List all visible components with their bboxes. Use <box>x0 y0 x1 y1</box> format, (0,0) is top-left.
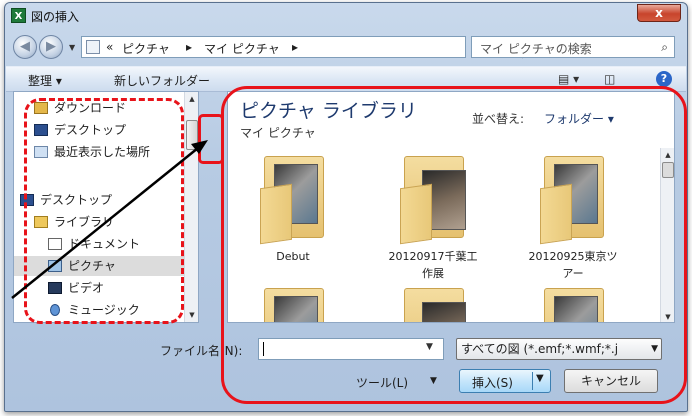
nav-item-label: デスクトップ <box>40 193 113 207</box>
chevron-down-icon[interactable]: ▼ <box>430 376 437 386</box>
folder-item[interactable]: 20120925東京ツ アー <box>518 156 628 281</box>
folder-location-icon <box>86 40 100 54</box>
forward-button[interactable]: ▶ <box>39 35 63 59</box>
navigation-pane: ダウンロード デスクトップ 最近表示した場所 デスクトップ ライブラリ ドキュメ… <box>13 91 199 323</box>
scroll-up-icon[interactable]: ▲ <box>661 148 674 162</box>
file-list-pane: ピクチャ ライブラリ マイ ピクチャ 並べ替え: フォルダー ▾ Debut 2… <box>227 91 675 323</box>
folder-item[interactable] <box>238 288 348 322</box>
back-arrow-icon: ◀ <box>20 39 30 54</box>
sort-by-dropdown[interactable]: フォルダー ▾ <box>544 110 614 127</box>
folder-cover <box>540 183 572 245</box>
folder-item[interactable]: Debut <box>238 156 348 281</box>
insert-options-dropdown[interactable]: ▼ <box>536 373 544 384</box>
title-bar: X 図の挿入 x <box>5 3 687 29</box>
filetype-value: すべての図 (*.emf;*.wmf;*.j <box>461 342 619 356</box>
folder-item[interactable] <box>378 288 488 322</box>
folder-cover <box>400 183 432 245</box>
nav-item-label: ドキュメント <box>68 237 141 251</box>
close-button[interactable]: x <box>637 4 681 22</box>
scroll-down-icon[interactable]: ▼ <box>185 308 198 322</box>
library-icon <box>34 216 48 228</box>
cancel-button[interactable]: キャンセル <box>564 369 658 393</box>
folder-item[interactable]: 20120917千葉工 作展 <box>378 156 488 281</box>
download-folder-icon <box>34 102 48 114</box>
document-icon <box>48 238 62 250</box>
nav-item-recent-places[interactable]: 最近表示した場所 <box>14 142 186 162</box>
filename-label: ファイル名(N): <box>160 344 243 358</box>
folder-thumbnail <box>554 296 598 322</box>
nav-item-pictures[interactable]: ピクチャ <box>14 256 186 276</box>
organize-menu[interactable]: 整理 ▾ <box>28 72 62 89</box>
search-icon[interactable]: ⌕ <box>661 40 668 55</box>
nav-item-downloads[interactable]: ダウンロード <box>14 98 186 118</box>
view-options-icon[interactable]: ▤ ▾ <box>558 72 579 86</box>
scroll-up-icon[interactable]: ▲ <box>185 92 198 106</box>
address-row: ◀ ▶ ▼ « ピクチャ ▸ マイ ピクチャ ▸ ▼ ↻ マイ ピクチャの検索 … <box>5 33 687 61</box>
folder-item[interactable] <box>518 288 628 322</box>
folder-name: 20120917千葉工 作展 <box>388 250 478 280</box>
desktop-icon <box>34 124 48 136</box>
nav-item-videos[interactable]: ビデオ <box>14 278 186 298</box>
forward-arrow-icon: ▶ <box>46 39 56 54</box>
content-scrollbar[interactable]: ▲ ▼ <box>660 148 674 322</box>
breadcrumb-pictures[interactable]: ピクチャ <box>122 40 170 57</box>
search-placeholder: マイ ピクチャの検索 <box>480 42 592 56</box>
music-icon <box>50 304 60 316</box>
folder-name: Debut <box>276 250 310 263</box>
nav-item-label: ダウンロード <box>54 101 127 115</box>
desktop-icon <box>20 194 34 206</box>
address-bar[interactable]: « ピクチャ ▸ マイ ピクチャ ▸ ▼ ↻ <box>81 36 538 59</box>
scroll-down-icon[interactable]: ▼ <box>661 310 674 322</box>
command-toolbar: 整理 ▾ 新しいフォルダー ▤ ▾ ◫ ? <box>6 66 686 92</box>
nav-item-label: ビデオ <box>68 281 105 295</box>
nav-item-label: ライブラリ <box>54 215 115 229</box>
recent-places-icon <box>34 146 48 158</box>
picture-icon <box>48 260 62 272</box>
library-subtitle: マイ ピクチャ <box>240 126 316 140</box>
breadcrumb-separator[interactable]: ▸ <box>186 40 192 54</box>
folder-thumbnail <box>422 302 466 322</box>
help-icon[interactable]: ? <box>656 71 672 87</box>
nav-item-desktop-root[interactable]: デスクトップ <box>14 190 186 210</box>
content-scrollbar-thumb[interactable] <box>662 162 674 178</box>
nav-item-documents[interactable]: ドキュメント <box>14 234 186 254</box>
nav-item-music[interactable]: ミュージック <box>14 300 186 320</box>
nav-item-label: ピクチャ <box>68 259 116 273</box>
nav-item-libraries[interactable]: ライブラリ <box>14 212 186 232</box>
new-folder-button[interactable]: 新しいフォルダー <box>114 72 210 89</box>
nav-item-label: デスクトップ <box>54 123 127 137</box>
sort-by-label: 並べ替え: <box>472 112 525 126</box>
tools-menu-button[interactable]: ツール(L) <box>356 374 408 391</box>
text-caret <box>263 342 264 356</box>
nav-item-desktop[interactable]: デスクトップ <box>14 120 186 140</box>
folder-thumbnail <box>274 296 318 322</box>
excel-app-icon: X <box>11 8 26 23</box>
preview-pane-icon[interactable]: ◫ <box>604 72 615 86</box>
search-input[interactable]: マイ ピクチャの検索 ⌕ <box>471 36 675 58</box>
chevron-down-icon: ▼ <box>651 344 658 354</box>
split-divider <box>532 372 533 390</box>
insert-button[interactable]: 挿入(S) ▼ <box>459 369 551 393</box>
breadcrumb-prefix[interactable]: « <box>106 40 113 54</box>
library-title: ピクチャ ライブラリ <box>240 100 417 122</box>
nav-item-label: 最近表示した場所 <box>54 145 151 159</box>
window-title: 図の挿入 <box>31 10 80 24</box>
filename-history-dropdown[interactable]: ▼ <box>426 342 433 352</box>
nav-scrollbar[interactable]: ▲ ▼ <box>184 92 198 322</box>
recent-pages-dropdown[interactable]: ▼ <box>69 43 75 52</box>
insert-label: 挿入(S) <box>472 376 513 390</box>
folder-cover <box>260 183 292 245</box>
filename-input[interactable] <box>258 338 444 360</box>
filetype-select[interactable]: すべての図 (*.emf;*.wmf;*.j ▼ <box>456 338 662 360</box>
breadcrumb-my-pictures[interactable]: マイ ピクチャ <box>204 40 280 57</box>
breadcrumb-separator[interactable]: ▸ <box>292 40 298 54</box>
folder-name: 20120925東京ツ アー <box>528 250 618 280</box>
video-icon <box>48 282 62 294</box>
back-button[interactable]: ◀ <box>13 35 37 59</box>
nav-item-label: ミュージック <box>68 303 140 317</box>
nav-scrollbar-thumb[interactable] <box>186 120 198 150</box>
